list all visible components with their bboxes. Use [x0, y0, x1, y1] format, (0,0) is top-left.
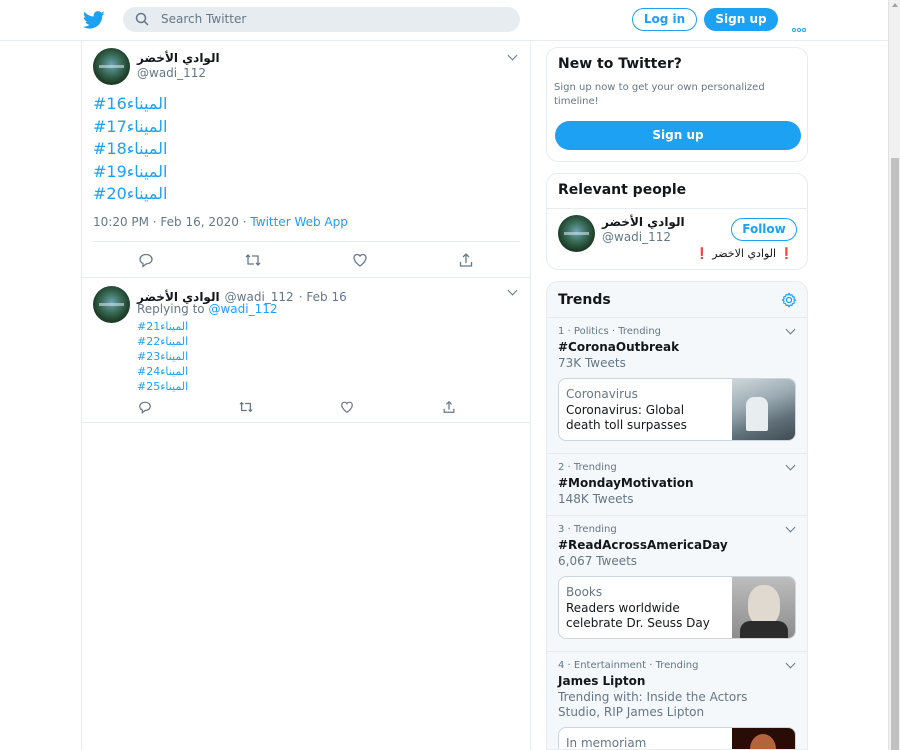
- card-title: New to Twitter?: [558, 56, 682, 72]
- scroll-up-arrow-icon[interactable]: [892, 3, 898, 7]
- hashtag-link[interactable]: #الميناء20: [93, 183, 167, 206]
- author-name[interactable]: الوادي الأخضر: [137, 51, 220, 65]
- main-tweet: الوادي الأخضر @wadi_112 #الميناء16 #المي…: [82, 41, 530, 278]
- trends-panel: Trends 1 · Politics · Trending #CoronaOu…: [546, 281, 808, 750]
- replying-to-handle[interactable]: @wadi_112: [208, 302, 277, 316]
- trend-item[interactable]: 2 · Trending #MondayMotivation 148K Twee…: [547, 453, 807, 515]
- new-to-twitter-card: New to Twitter? Sign up now to get your …: [546, 47, 808, 162]
- tweet-timestamp[interactable]: 10:20 PM · Feb 16, 2020: [93, 215, 239, 229]
- avatar[interactable]: [93, 48, 130, 85]
- news-headline: Coronavirus: Global death toll surpasses…: [566, 403, 687, 432]
- person-handle[interactable]: @wadi_112: [602, 230, 671, 244]
- trend-meta: 4 · Entertainment · Trending: [558, 660, 699, 671]
- retweet-icon[interactable]: [244, 252, 262, 268]
- hashtag-link[interactable]: #الميناء16: [93, 93, 167, 116]
- news-card[interactable]: Books Readers worldwide celebrate Dr. Se…: [558, 576, 796, 639]
- more-options-icon[interactable]: [792, 17, 807, 36]
- like-icon[interactable]: [352, 252, 368, 268]
- avatar[interactable]: [558, 215, 595, 252]
- timeline-column: الوادي الأخضر @wadi_112 #الميناء16 #المي…: [81, 41, 531, 750]
- reply-icon[interactable]: [138, 400, 152, 414]
- trend-item[interactable]: 1 · Politics · Trending #CoronaOutbreak …: [547, 317, 807, 453]
- trend-meta: 3 · Trending: [558, 524, 617, 535]
- card-divider: [547, 208, 807, 209]
- news-thumbnail: [732, 577, 795, 638]
- page-scrollbar[interactable]: [888, 0, 900, 750]
- chevron-down-icon[interactable]: [785, 522, 796, 533]
- search-icon: [135, 12, 149, 26]
- settings-gear-icon[interactable]: [781, 292, 797, 308]
- trend-count: 73K Tweets: [558, 356, 626, 370]
- trend-meta: 2 · Trending: [558, 462, 617, 473]
- trend-count: Trending with: Inside the Actors Studio,…: [558, 690, 748, 719]
- news-category: In memoriam: [566, 736, 647, 750]
- twitter-logo-icon[interactable]: [82, 9, 106, 31]
- hashtag-link[interactable]: #الميناء18: [93, 138, 167, 161]
- trend-name[interactable]: #CoronaOutbreak: [558, 340, 679, 354]
- share-icon[interactable]: [442, 400, 456, 414]
- share-icon[interactable]: [458, 252, 474, 268]
- hashtag-link[interactable]: #الميناء22: [137, 334, 188, 349]
- replying-to: Replying to @wadi_112: [137, 302, 278, 316]
- tweet-divider: [93, 241, 520, 242]
- author-handle[interactable]: @wadi_112: [137, 66, 206, 80]
- person-name[interactable]: الوادي الأخضر: [602, 215, 685, 229]
- chevron-down-icon[interactable]: [507, 285, 518, 296]
- signup-button[interactable]: Sign up: [704, 8, 778, 31]
- news-thumbnail: [732, 379, 795, 440]
- follow-button[interactable]: Follow: [731, 218, 797, 241]
- hashtag-link[interactable]: #الميناء23: [137, 349, 188, 364]
- signup-button[interactable]: Sign up: [555, 121, 801, 150]
- like-icon[interactable]: [340, 400, 354, 414]
- avatar[interactable]: [93, 286, 130, 323]
- tweet-meta: 10:20 PM · Feb 16, 2020 · Twitter Web Ap…: [93, 215, 348, 229]
- trend-item[interactable]: 3 · Trending #ReadAcrossAmericaDay 6,067…: [547, 515, 807, 651]
- trends-title: Trends: [558, 292, 611, 308]
- trend-count: 148K Tweets: [558, 492, 634, 506]
- news-card[interactable]: Coronavirus Coronavirus: Global death to…: [558, 378, 796, 441]
- hashtag-link[interactable]: #الميناء19: [93, 161, 167, 184]
- hashtag-link[interactable]: #الميناء17: [93, 116, 167, 139]
- tweet-source[interactable]: Twitter Web App: [250, 215, 347, 229]
- person-bio: ❗️ الوادي الاخضر ❗️: [695, 247, 794, 260]
- trend-name[interactable]: #MondayMotivation: [558, 476, 694, 490]
- trend-name[interactable]: James Lipton: [558, 674, 645, 688]
- tweet-body: #الميناء21 #الميناء22 #الميناء23 #المينا…: [137, 319, 188, 394]
- hashtag-link[interactable]: #الميناء25: [137, 379, 188, 394]
- tweet-body: #الميناء16 #الميناء17 #الميناء18 #المينا…: [93, 93, 167, 206]
- search-placeholder: Search Twitter: [161, 12, 247, 26]
- chevron-down-icon[interactable]: [785, 324, 796, 335]
- replying-to-label: Replying to: [137, 302, 205, 316]
- chevron-down-icon[interactable]: [785, 658, 796, 669]
- retweet-icon[interactable]: [238, 400, 254, 414]
- trend-meta: 1 · Politics · Trending: [558, 326, 662, 337]
- news-category: Books: [566, 585, 603, 599]
- trend-item[interactable]: 4 · Entertainment · Trending James Lipto…: [547, 651, 807, 750]
- news-thumbnail: [732, 728, 795, 749]
- news-card[interactable]: In memoriam: [558, 727, 796, 750]
- top-navigation-bar: Search Twitter Log in Sign up: [0, 0, 888, 41]
- chevron-down-icon[interactable]: [507, 50, 518, 61]
- hashtag-link[interactable]: #الميناء21: [137, 319, 188, 334]
- trend-name[interactable]: #ReadAcrossAmericaDay: [558, 538, 728, 552]
- trend-count: 6,067 Tweets: [558, 554, 638, 568]
- scrollbar-thumb[interactable]: [891, 158, 899, 750]
- tweet-date[interactable]: · Feb 16: [299, 290, 347, 304]
- reply-tweet[interactable]: الوادي الأخضر @wadi_112 · Feb 16 Replyin…: [82, 278, 530, 423]
- search-input[interactable]: Search Twitter: [123, 7, 520, 32]
- news-category: Coronavirus: [566, 387, 638, 401]
- chevron-down-icon[interactable]: [785, 460, 796, 471]
- login-button[interactable]: Log in: [632, 8, 697, 31]
- reply-icon[interactable]: [138, 252, 154, 268]
- news-headline: Readers worldwide celebrate Dr. Seuss Da…: [566, 601, 710, 630]
- card-subtitle: Sign up now to get your own personalized…: [554, 82, 765, 107]
- relevant-people-card: Relevant people الوادي الأخضر @wadi_112 …: [546, 173, 808, 270]
- hashtag-link[interactable]: #الميناء24: [137, 364, 188, 379]
- card-title: Relevant people: [558, 182, 687, 198]
